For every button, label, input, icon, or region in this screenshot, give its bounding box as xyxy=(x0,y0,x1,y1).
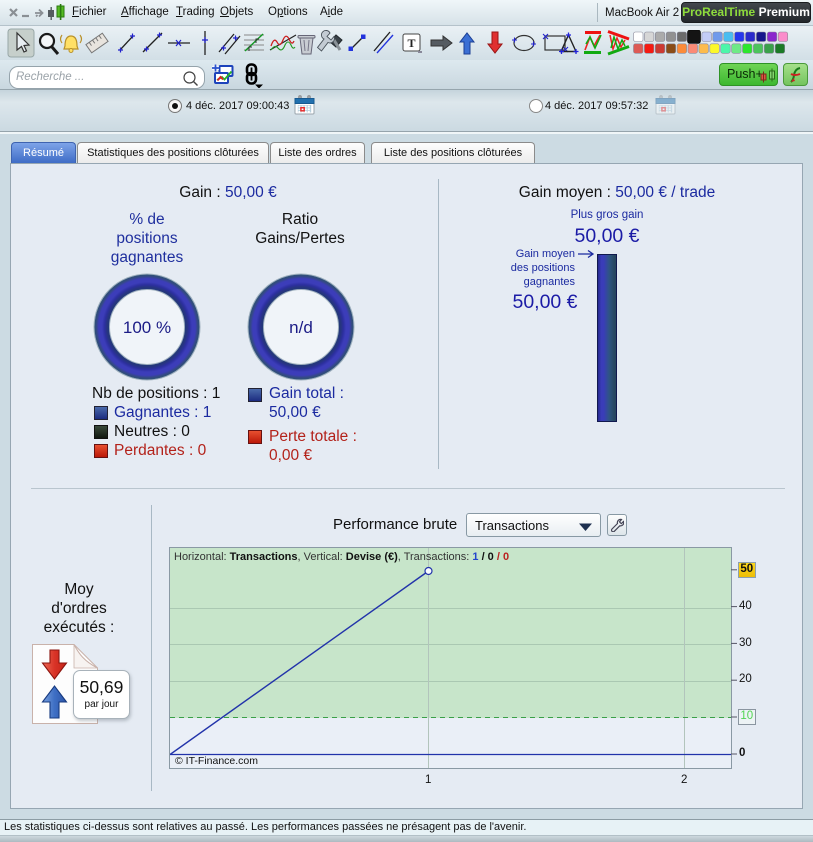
svg-text:100 %: 100 % xyxy=(123,318,171,337)
svg-text:n/d: n/d xyxy=(289,318,313,337)
svg-text:T: T xyxy=(407,36,415,50)
